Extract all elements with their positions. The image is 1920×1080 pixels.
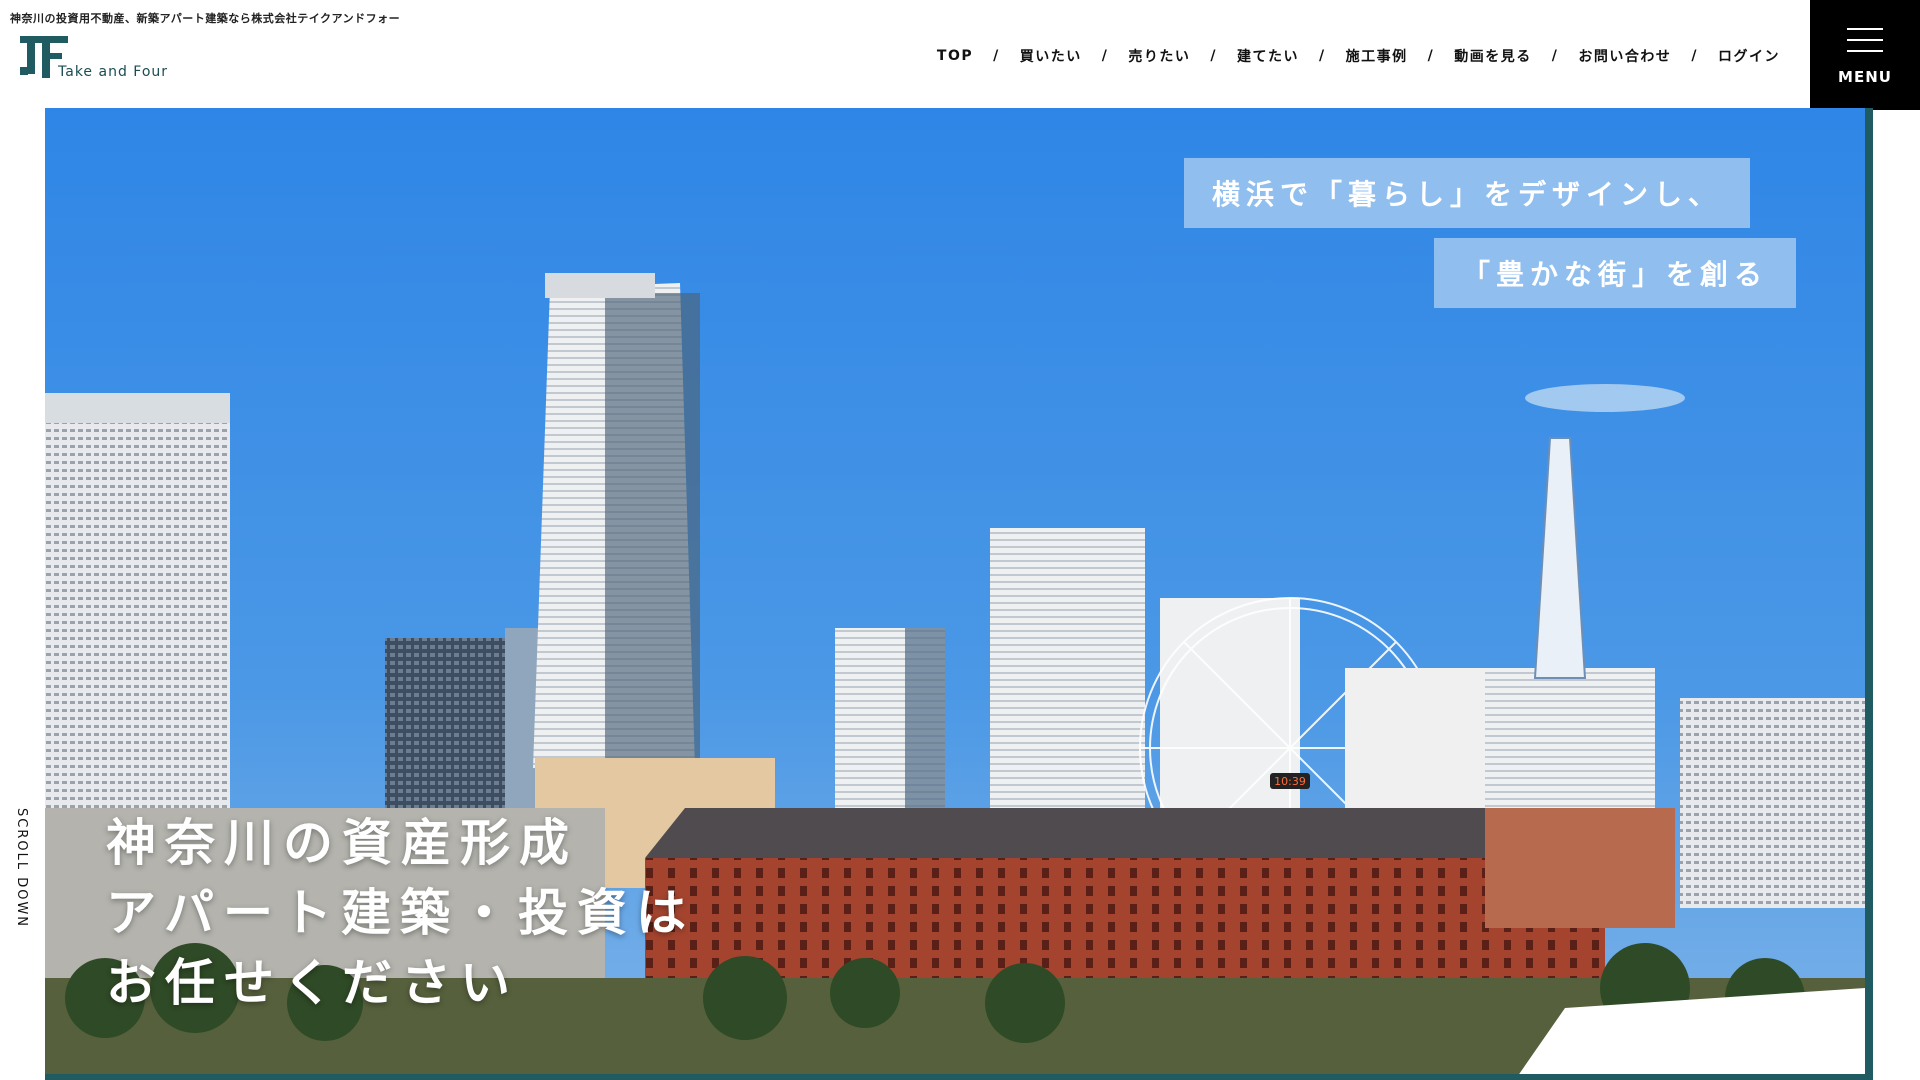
nav-separator: /: [1210, 48, 1217, 64]
nav-sell[interactable]: 売りたい: [1124, 46, 1194, 66]
nav-separator: /: [1551, 48, 1559, 64]
hero-frame-right: [1865, 108, 1873, 1080]
nav-separator: /: [993, 48, 1000, 64]
nav-top[interactable]: TOP: [933, 48, 977, 64]
menu-label: MENU: [1838, 68, 1892, 86]
nav-separator: /: [1319, 48, 1326, 64]
hero-headline-line-2: アパート建築・投資は: [106, 884, 695, 942]
logo-text: Take and Four: [58, 64, 169, 80]
catch-copy-2: 「豊かな街」を創る: [1434, 238, 1797, 308]
nav-video[interactable]: 動画を見る: [1450, 46, 1536, 66]
hero-headline-line-3: お任せください: [106, 954, 519, 1012]
site-tagline: 神奈川の投資用不動産、新築アパート建築なら株式会社テイクアンドフォー: [10, 12, 401, 25]
logo-link[interactable]: Take and Four: [18, 34, 178, 82]
global-nav: TOP / 買いたい / 売りたい / 建てたい / 施工事例 / 動画を見る …: [933, 46, 1784, 66]
site-header: 神奈川の投資用不動産、新築アパート建築なら株式会社テイクアンドフォー Take …: [0, 0, 1920, 110]
scroll-down-indicator[interactable]: SCROLL DOWN: [14, 808, 34, 948]
hero-headline-line-1: 神奈川の資産形成: [106, 814, 578, 872]
nav-build[interactable]: 建てたい: [1233, 46, 1303, 66]
menu-button[interactable]: MENU: [1810, 0, 1920, 110]
nav-works[interactable]: 施工事例: [1342, 46, 1412, 66]
hero-section: 10:39 横浜で「暮らし」をデザインし、 「豊かな街」を創る 神奈川の資産形成…: [45, 108, 1865, 1080]
hamburger-icon: [1847, 28, 1883, 52]
hero-frame-bottom: [45, 1074, 1873, 1080]
ferris-display: 10:39: [1274, 775, 1306, 788]
nav-separator: /: [1101, 48, 1109, 64]
nav-separator: /: [1427, 48, 1435, 64]
catch-copy-1: 横浜で「暮らし」をデザインし、: [1184, 158, 1751, 228]
scroll-down-label: SCROLL DOWN: [14, 808, 29, 929]
nav-login[interactable]: ログイン: [1714, 46, 1784, 66]
nav-contact[interactable]: お問い合わせ: [1574, 46, 1675, 66]
nav-separator: /: [1691, 48, 1698, 64]
nav-buy[interactable]: 買いたい: [1016, 46, 1086, 66]
hero-headline: 神奈川の資産形成 アパート建築・投資は お任せください: [106, 808, 695, 1018]
